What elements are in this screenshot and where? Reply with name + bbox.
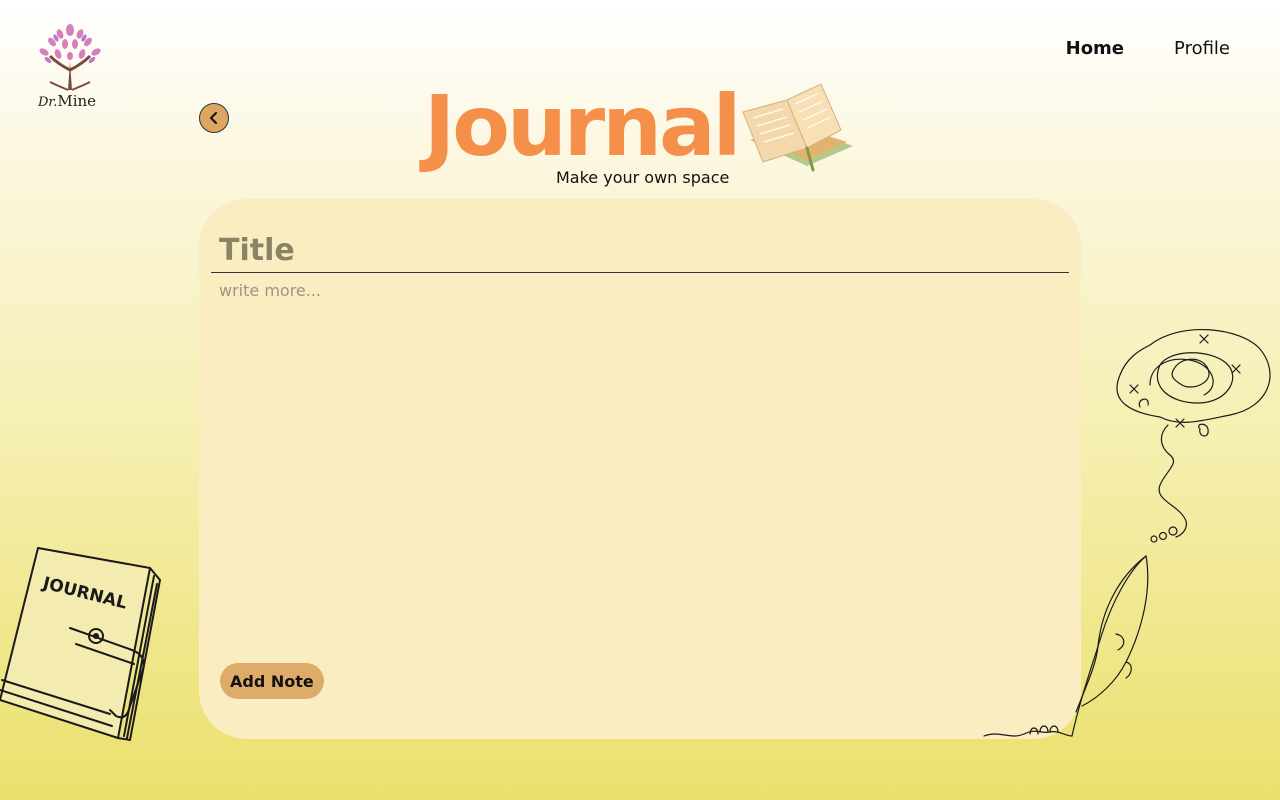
app-logo[interactable]: Dr.Mine — [30, 22, 110, 114]
journal-editor-card: Add Note — [199, 199, 1081, 739]
quill-pen-icon — [980, 550, 1155, 747]
chevron-left-icon — [210, 112, 217, 124]
tree-logo-icon — [39, 24, 101, 91]
add-note-button[interactable]: Add Note — [220, 663, 324, 699]
back-button[interactable] — [199, 103, 229, 133]
thought-bubble-scribble-icon — [1110, 325, 1275, 555]
top-nav: Home Profile — [1066, 38, 1230, 59]
page-title: Journal — [424, 77, 741, 175]
note-body-textarea[interactable] — [211, 279, 1069, 649]
logo-name: Mine — [57, 92, 97, 110]
logo-prefix: Dr. — [38, 95, 58, 110]
logo-wordmark: Dr.Mine — [38, 92, 96, 110]
nav-profile-link[interactable]: Profile — [1174, 38, 1230, 59]
nav-home-link[interactable]: Home — [1066, 38, 1124, 59]
open-book-icon — [735, 78, 855, 183]
title-input[interactable] — [211, 229, 1069, 273]
page-subtitle: Make your own space — [556, 168, 730, 187]
journal-sketch-icon: JOURNAL — [0, 540, 175, 750]
